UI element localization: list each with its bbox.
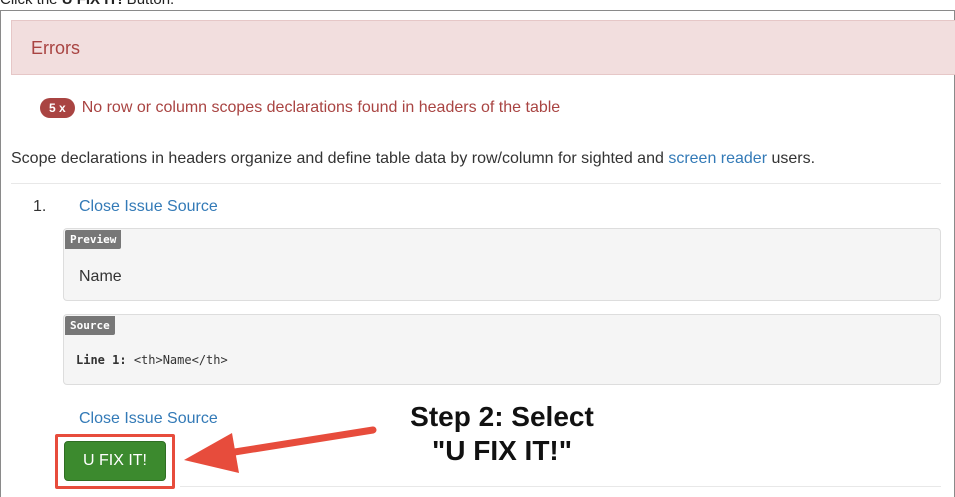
source-code-line: Line 1: <th>Name</th> [76,353,228,367]
preview-label: Preview [65,230,122,249]
issue-description: Scope declarations in headers organize a… [11,150,815,168]
issue-message: No row or column scopes declarations fou… [81,99,561,116]
preview-text: Name [79,268,122,285]
step-annotation: Step 2: Select "U FIX IT!" [382,400,622,468]
source-panel: Source Line 1: <th>Name</th> [63,314,941,385]
description-text-before: Scope declarations in headers organize a… [11,150,669,167]
close-issue-source-link[interactable]: Close Issue Source [79,198,218,216]
source-code: <th>Name</th> [133,353,228,367]
caption-bold: U FIX IT! [62,0,123,8]
source-label: Source [65,316,115,335]
left-arrow-icon [184,426,377,473]
annotation-line-2: "U FIX IT!" [431,435,573,466]
errors-panel-header: Errors [11,20,955,75]
issue-count-badge: 5 x [40,98,75,118]
u-fix-it-button[interactable]: U FIX IT! [64,441,166,481]
screen-reader-link[interactable]: screen reader [668,150,767,167]
divider-bottom [180,486,941,487]
issue-line: 5 x No row or column scopes declarations… [40,98,560,118]
caption-prefix: Click the [0,0,62,8]
source-line-prefix: Line 1: [76,353,127,367]
divider [11,183,941,184]
annotation-line-1: Step 2: Select [410,401,594,432]
instruction-caption: Click the U FIX IT! Button. [0,0,174,8]
errors-title: Errors [31,38,80,58]
preview-panel: Preview Name [63,228,941,301]
caption-suffix: Button. [123,0,175,8]
description-text-after: users. [767,150,816,167]
issue-item-number: 1. [33,198,47,215]
